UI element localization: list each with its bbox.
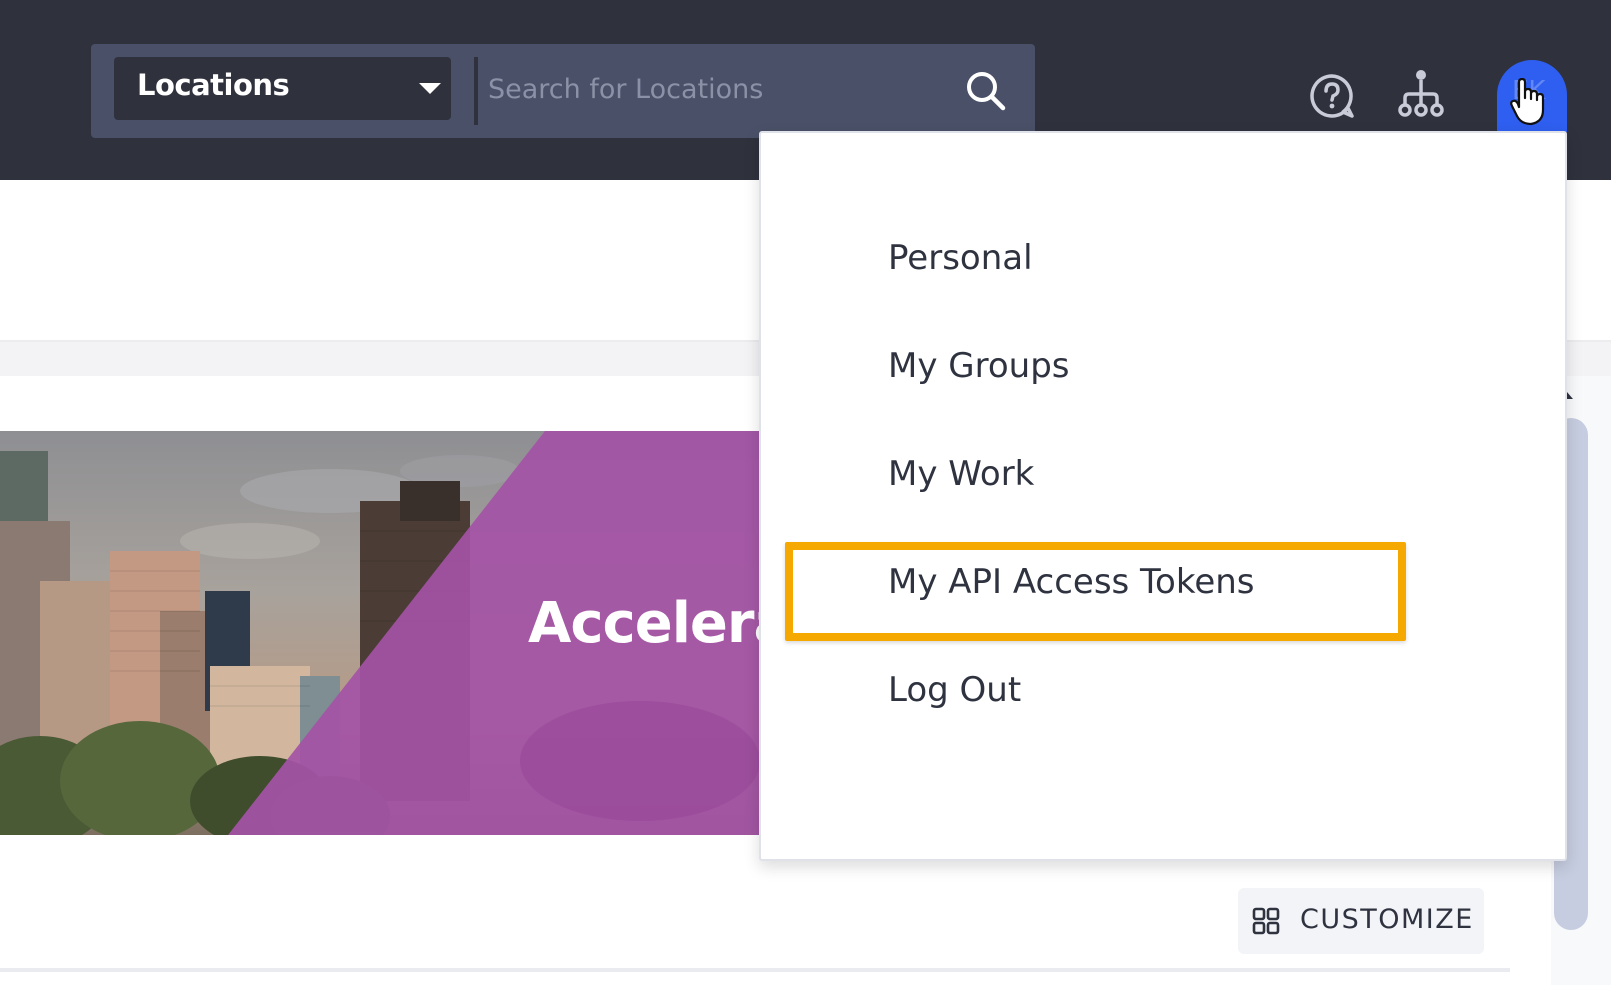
grid-icon xyxy=(1252,907,1280,935)
menu-item-my-groups[interactable]: My Groups xyxy=(761,322,1565,412)
hand-pointer-cursor-icon xyxy=(1510,78,1545,126)
global-search-group: Locations xyxy=(91,44,1035,138)
search-divider xyxy=(474,57,478,125)
search-icon[interactable] xyxy=(964,69,1008,113)
hero-banner: Accelerat xyxy=(0,431,760,835)
customize-label: CUSTOMIZE xyxy=(1300,904,1474,935)
menu-item-my-work[interactable]: My Work xyxy=(761,430,1565,520)
search-input[interactable] xyxy=(488,64,938,114)
highlight-annotation-box xyxy=(785,542,1406,641)
panel-bottom-border xyxy=(0,968,1510,972)
menu-item-label: Log Out xyxy=(888,670,1022,710)
user-menu-dropdown: Personal My Groups My Work My API Access… xyxy=(759,131,1567,861)
menu-item-label: Personal xyxy=(888,238,1033,278)
menu-item-log-out[interactable]: Log Out xyxy=(761,646,1565,736)
menu-item-label: My Groups xyxy=(888,346,1070,386)
caret-down-icon xyxy=(419,83,441,94)
menu-item-label: My Work xyxy=(888,454,1035,494)
menu-item-personal[interactable]: Personal xyxy=(761,214,1565,304)
help-bubble-icon[interactable] xyxy=(1308,72,1356,120)
org-hierarchy-icon[interactable] xyxy=(1397,68,1445,118)
hero-title: Accelerat xyxy=(528,591,760,656)
customize-button[interactable]: CUSTOMIZE xyxy=(1238,888,1484,954)
search-scope-value: Locations xyxy=(137,68,290,102)
search-scope-select[interactable]: Locations xyxy=(114,57,451,120)
